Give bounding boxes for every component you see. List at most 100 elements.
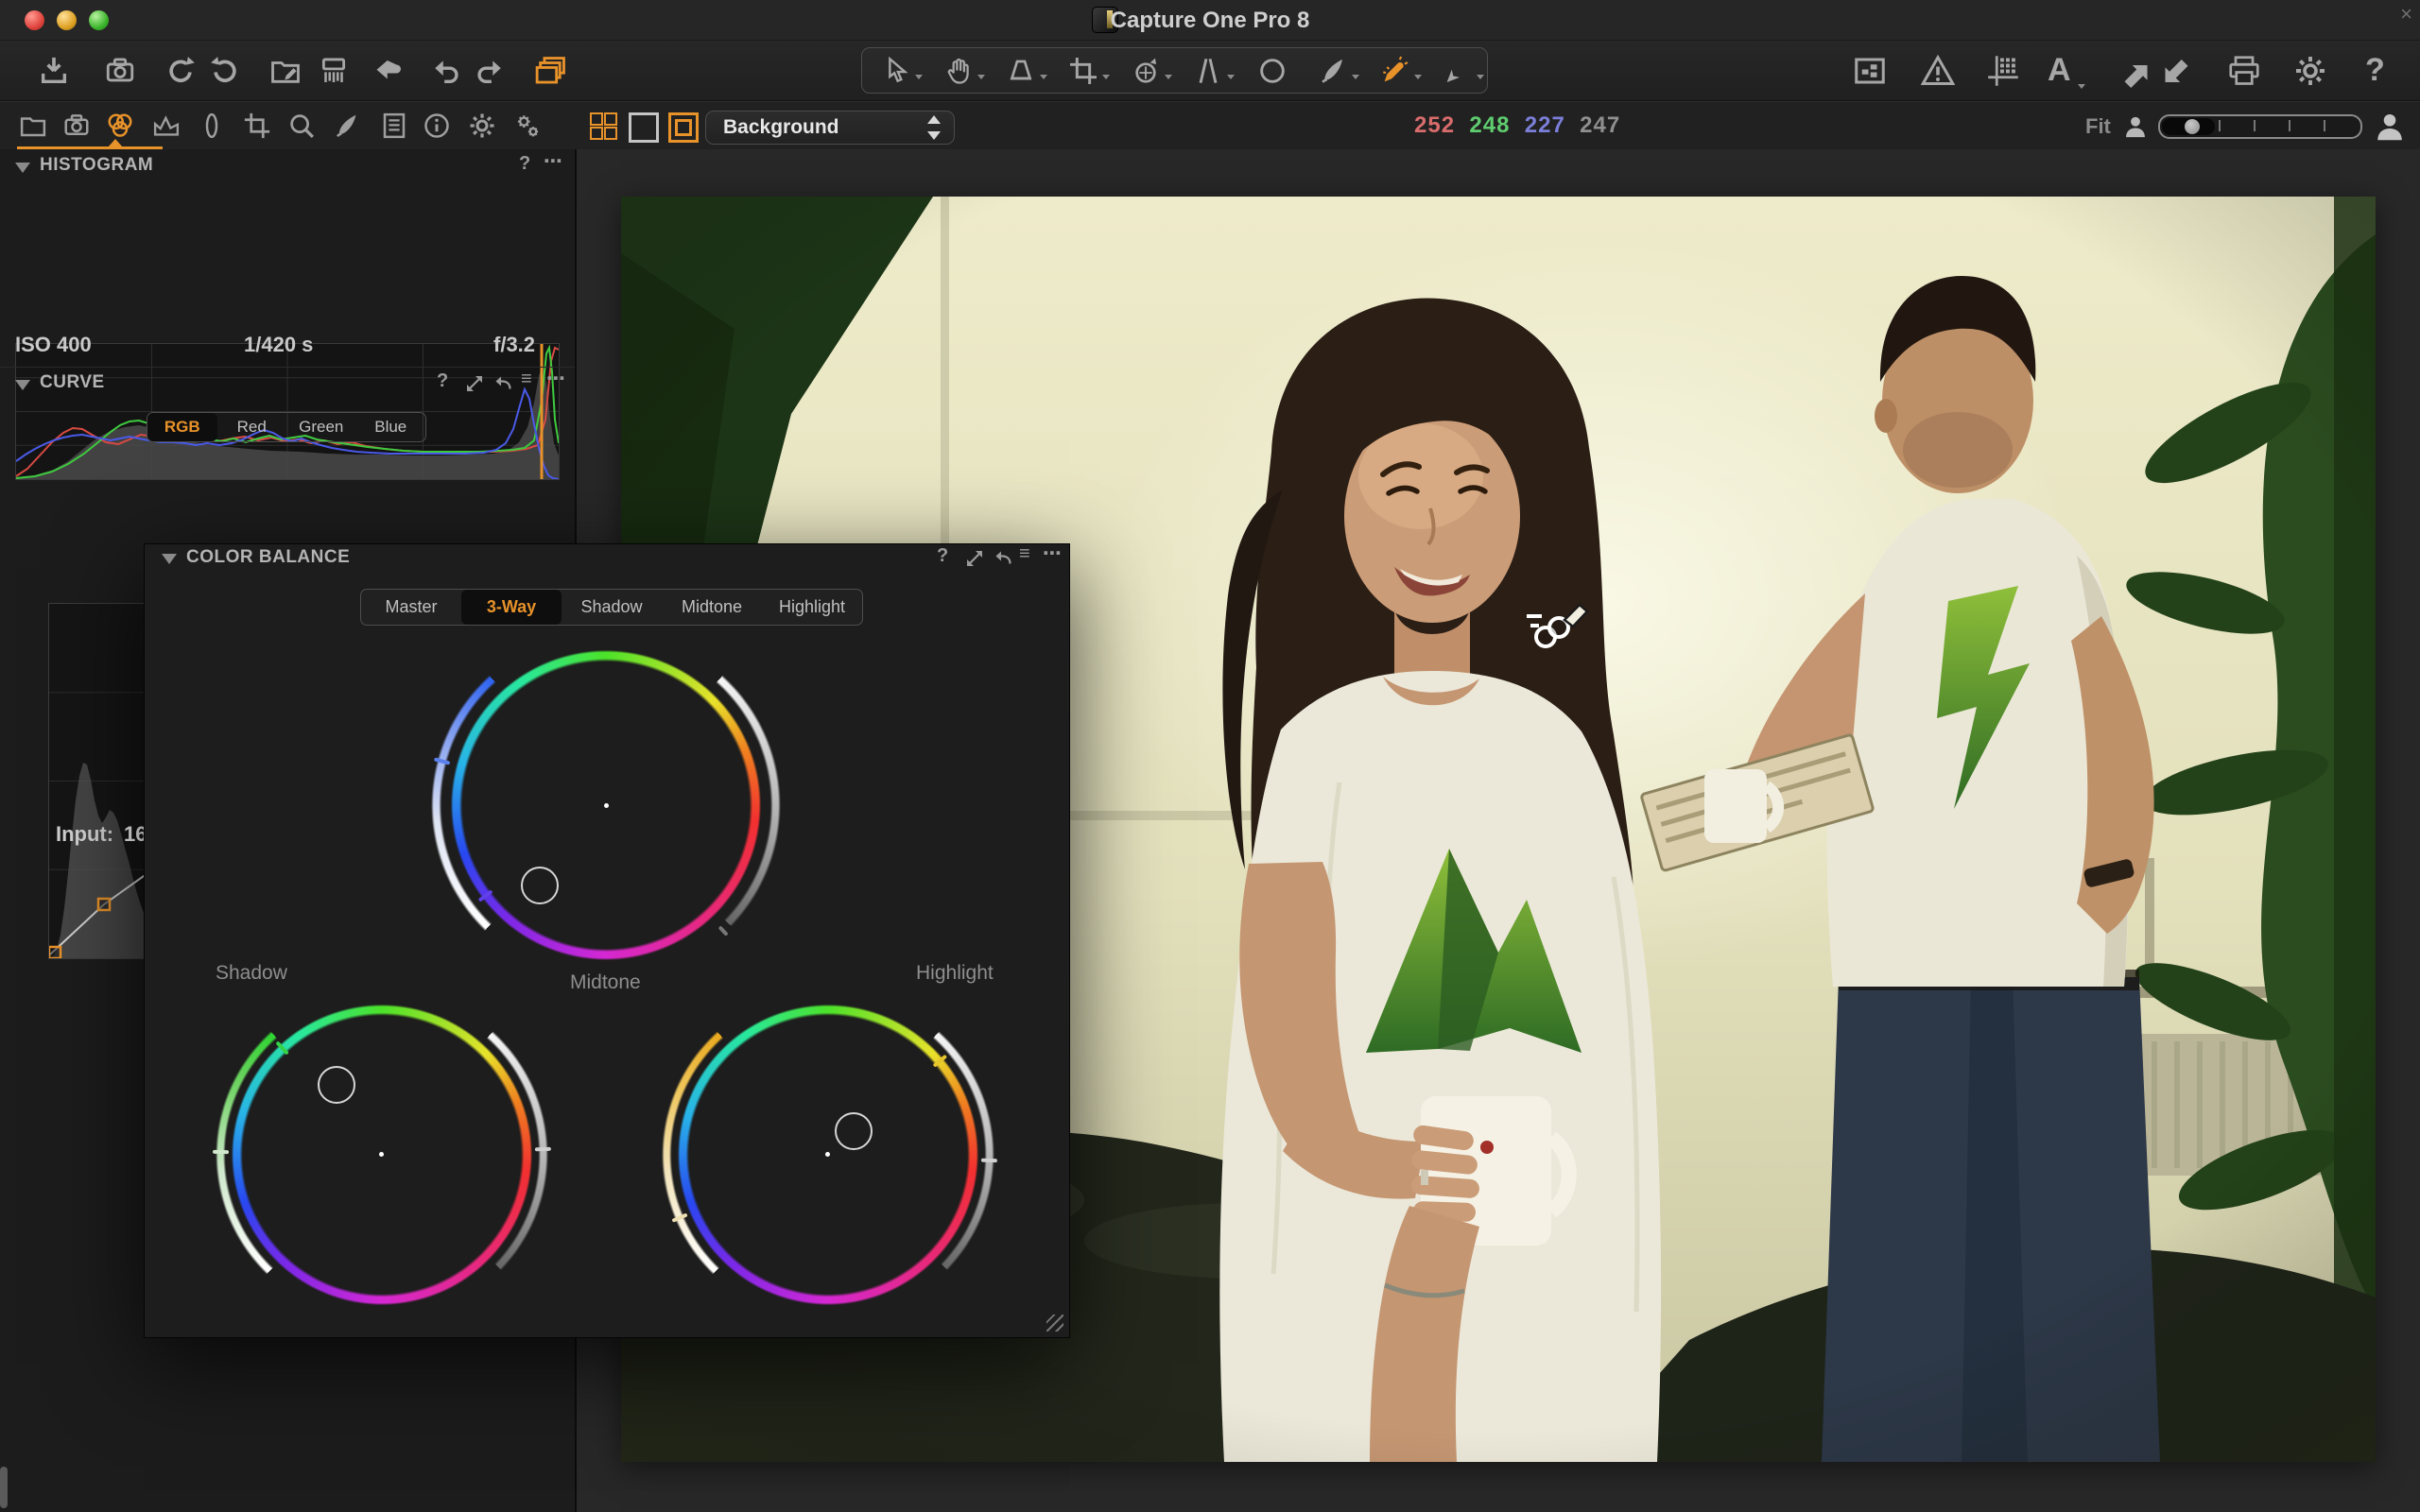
highlight-selector[interactable] [835,1112,873,1150]
cb-tab-highlight[interactable]: Highlight [762,590,862,625]
export-icon[interactable] [2118,54,2152,88]
panel-resize-grip[interactable] [1046,1314,1063,1332]
histogram-title: HISTOGRAM [40,155,153,176]
curve-tab-blue[interactable]: Blue [356,413,426,441]
histogram-menu-icon[interactable]: ⋯ [544,149,562,173]
layer-select[interactable]: Background [705,111,955,145]
crop-tool-icon[interactable] [1068,56,1098,86]
redo-icon[interactable] [473,55,505,87]
color-balance-reset-icon[interactable] [992,547,1014,570]
annotations-caret[interactable] [2078,84,2085,89]
tool-tab-output[interactable] [468,112,496,140]
readout-green: 248 [1469,112,1510,138]
cb-tab-shadow[interactable]: Shadow [562,590,662,625]
zoom-slider[interactable] [2158,114,2362,139]
panel-scroll-indicator[interactable] [0,1467,8,1508]
import-icon[interactable] [38,55,70,87]
viewer-layout-icon[interactable] [1853,54,1887,88]
tool-tab-color[interactable] [106,112,134,140]
grid-icon[interactable] [1986,54,2020,88]
undo-icon[interactable] [431,55,463,87]
delete-icon[interactable] [318,55,350,87]
annotations-icon[interactable]: A [2048,52,2071,89]
cb-tab-master[interactable]: Master [361,590,461,625]
loupe-tool-icon[interactable] [1006,56,1036,86]
capture-icon[interactable] [104,55,136,87]
pointer-tool-caret[interactable] [915,75,923,79]
curve-tab-rgb[interactable]: RGB [147,413,217,441]
pointer-tool-icon[interactable] [881,56,911,86]
tool-tab-exposure[interactable] [152,112,181,140]
cb-tab-midtone[interactable]: Midtone [662,590,762,625]
rotation-tool-caret[interactable] [1165,75,1172,79]
primary-view-button[interactable] [629,112,659,143]
rotation-tool-icon[interactable] [1131,56,1161,86]
import-arrow-icon[interactable] [2161,54,2195,88]
tool-tab-local-adjustments[interactable] [333,112,361,140]
exposure-warning-icon[interactable] [1921,54,1955,88]
loupe-tool-caret[interactable] [1040,75,1047,79]
histogram-help-icon[interactable]: ? [519,153,530,175]
curve-tab-red[interactable]: Red [217,413,287,441]
preferences-gear-icon[interactable] [2293,54,2327,88]
color-balance-panel[interactable]: COLOR BALANCE ? ≡ ⋯ Master 3-Way Shadow … [144,543,1070,1338]
zoom-slider-knob[interactable] [2185,119,2200,134]
proof-view-button[interactable] [668,112,699,143]
spot-tool-icon[interactable] [1257,56,1288,86]
multi-view-button[interactable] [590,112,616,139]
curve-reset-icon[interactable] [492,372,514,395]
readout-red: 252 [1414,112,1455,138]
pick-color-tool-caret[interactable] [1414,75,1422,79]
pick-color-tool-icon[interactable] [1380,56,1410,86]
color-balance-presets-icon[interactable]: ≡ [1019,543,1030,565]
color-balance-menu-icon[interactable]: ⋯ [1043,541,1062,565]
shadow-wheel-label: Shadow [216,962,287,985]
shadow-selector[interactable] [318,1066,355,1104]
multi-view-icon4 [604,127,617,140]
color-balance-help-icon[interactable]: ? [937,545,948,567]
gradient-mask-tool-icon[interactable] [1443,56,1473,86]
tool-tab-metadata[interactable] [423,112,451,140]
edit-with-icon[interactable] [269,55,302,87]
print-icon[interactable] [2227,54,2261,88]
cb-tab-3way[interactable]: 3-Way [461,590,562,625]
tool-tab-lens[interactable] [198,112,226,140]
curve-menu-icon[interactable]: ⋯ [546,367,565,390]
layer-select-stepper-down[interactable] [927,131,941,140]
color-balance-title: COLOR BALANCE [186,547,350,568]
revert-icon[interactable] [372,55,406,89]
rotate-ccw-icon[interactable] [164,55,197,87]
histogram-disclosure-icon[interactable] [15,163,30,173]
curve-disclosure-icon[interactable] [15,380,30,390]
curve-help-icon[interactable]: ? [437,370,448,392]
tool-tab-composition[interactable] [243,112,271,140]
tool-tab-batch[interactable] [513,112,542,140]
pan-tool-caret[interactable] [977,75,985,79]
tool-tab-library[interactable] [19,112,47,140]
crop-tool-caret[interactable] [1102,75,1110,79]
tool-tab-capture[interactable] [62,112,91,140]
curve-presets-icon[interactable]: ≡ [521,369,532,390]
rotate-cw-icon[interactable] [209,55,241,87]
color-balance-disclosure-icon[interactable] [162,554,177,564]
midtone-selector[interactable] [521,867,559,904]
tool-tab-adjustments-clipboard[interactable] [380,112,408,140]
pan-tool-icon[interactable] [943,56,974,86]
curve-expand-icon[interactable] [463,372,486,395]
curve-tab-green[interactable]: Green [286,413,356,441]
copy-adjustments-icon[interactable] [535,55,567,87]
layer-select-stepper-up[interactable] [927,115,941,124]
color-balance-expand-icon[interactable] [963,547,986,570]
help-icon[interactable]: ? [2365,52,2385,89]
straighten-tool-icon[interactable] [1193,56,1223,86]
curve-point-handle[interactable] [98,899,110,910]
close-icon[interactable]: × [2400,2,2412,26]
main-toolbar: A ? [0,41,2420,101]
curve-point-handle[interactable] [49,947,60,958]
draw-mask-tool-caret[interactable] [1352,75,1359,79]
draw-mask-tool-icon[interactable] [1318,56,1348,86]
rgb-readout: 252 248 227 247 [1414,112,1620,139]
gradient-mask-tool-caret[interactable] [1477,75,1484,79]
tool-tab-details[interactable] [287,112,316,140]
straighten-tool-caret[interactable] [1227,75,1235,79]
